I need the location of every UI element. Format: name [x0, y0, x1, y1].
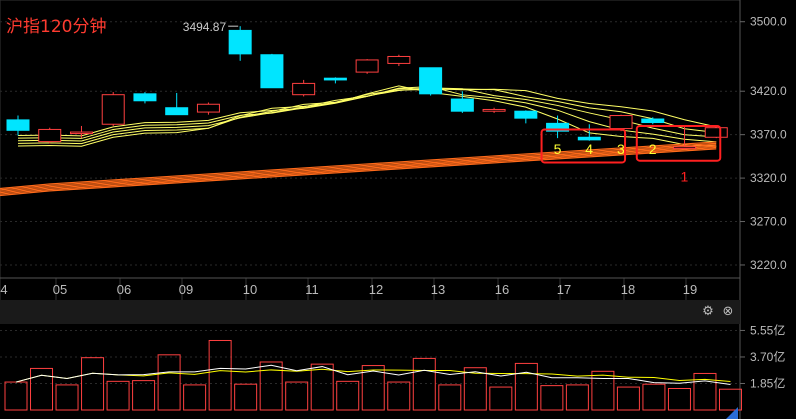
- volume-bar: [208, 339, 232, 411]
- date-tick-label: 18: [621, 282, 635, 297]
- candle-body: [196, 103, 220, 113]
- volume-bar: [642, 383, 666, 411]
- volume-bar: [514, 362, 538, 411]
- volume-tick-label: 3.70亿: [750, 349, 785, 364]
- wave-label: 2: [649, 141, 657, 157]
- candlestick-chart: 3500.0 3420.0 3370.0 3320.0 3270.0 3220.0 4 05 0…: [0, 0, 787, 419]
- gear-icon[interactable]: ⚙: [700, 304, 716, 320]
- candle-body: [482, 108, 506, 112]
- candle-body: [101, 94, 125, 125]
- high-price-label: 3494.87: [183, 20, 227, 34]
- candle-body: [450, 98, 474, 112]
- price-plot-area: [0, 0, 741, 279]
- wave-label: 1: [681, 169, 689, 185]
- candle-body: [165, 107, 189, 116]
- candle-body: [260, 54, 284, 89]
- date-tick-label: 16: [495, 282, 509, 297]
- candle-body: [228, 29, 252, 55]
- candle-body: [292, 82, 316, 96]
- date-tick-label: 12: [369, 282, 383, 297]
- date-tick-label: 17: [557, 282, 571, 297]
- date-tick-label: 10: [243, 282, 257, 297]
- volume-bar: [489, 386, 513, 411]
- volume-bar: [132, 380, 156, 411]
- candle-body: [577, 136, 601, 141]
- candle-body: [641, 118, 665, 123]
- candle-body: [387, 55, 411, 64]
- corner-indicator: [726, 407, 738, 419]
- volume-bar: [540, 385, 564, 411]
- candle-body: [419, 67, 443, 95]
- volume-bar: [616, 386, 640, 411]
- candle-body: [6, 119, 30, 131]
- volume-bar: [234, 383, 258, 411]
- candle-body: [69, 131, 93, 135]
- candle-body: [323, 77, 347, 81]
- wave-label: 3: [617, 141, 625, 157]
- date-tick-label: 06: [117, 282, 131, 297]
- volume-bar: [55, 384, 79, 411]
- volume-bar: [30, 367, 54, 411]
- volume-bar: [157, 354, 181, 411]
- volume-bar: [336, 380, 360, 411]
- date-tick-label: 09: [179, 282, 193, 297]
- wave-label: 4: [585, 141, 593, 157]
- wave-label: 5: [554, 141, 562, 157]
- date-tick-label: 4: [0, 282, 7, 297]
- price-tick-label: 3420.0: [750, 84, 787, 98]
- date-tick-label: 05: [53, 282, 67, 297]
- volume-bar: [106, 380, 130, 411]
- volume-bars: 5.55亿 3.70亿 1.85亿: [0, 322, 785, 411]
- volume-bar: [285, 381, 309, 411]
- volume-bar: [310, 363, 334, 411]
- close-icon[interactable]: ⊗: [720, 304, 736, 320]
- volume-bar: [412, 357, 436, 411]
- volume-bar: [438, 384, 462, 411]
- volume-bar: [667, 388, 691, 411]
- volume-bar: [259, 361, 283, 411]
- volume-bar: [565, 384, 589, 411]
- price-tick-label: 3220.0: [750, 258, 787, 272]
- volume-bar: [4, 381, 28, 411]
- candle-body: [609, 115, 633, 130]
- volume-bar: [463, 367, 487, 411]
- date-tick-label: 13: [431, 282, 445, 297]
- volume-tick-label: 1.85亿: [750, 375, 785, 390]
- volume-bar: [591, 370, 615, 411]
- date-tick-label: 11: [305, 282, 319, 297]
- candle-body: [355, 59, 379, 73]
- price-tick-label: 3370.0: [750, 128, 787, 142]
- candle-body: [38, 128, 62, 143]
- candle-body: [704, 127, 728, 138]
- date-tick-label: 19: [683, 282, 697, 297]
- chart-title: 沪指120分钟: [6, 17, 107, 37]
- price-tick-label: 3270.0: [750, 215, 787, 229]
- candle-body: [133, 93, 157, 102]
- volume-bar: [387, 381, 411, 411]
- candle-body: [514, 110, 538, 119]
- price-tick-label: 3500.0: [750, 15, 787, 29]
- volume-bar: [183, 384, 207, 411]
- volume-header-bar: [0, 300, 740, 324]
- price-tick-label: 3320.0: [750, 171, 787, 185]
- volume-tick-label: 5.55亿: [750, 322, 785, 337]
- candle-body: [673, 146, 697, 150]
